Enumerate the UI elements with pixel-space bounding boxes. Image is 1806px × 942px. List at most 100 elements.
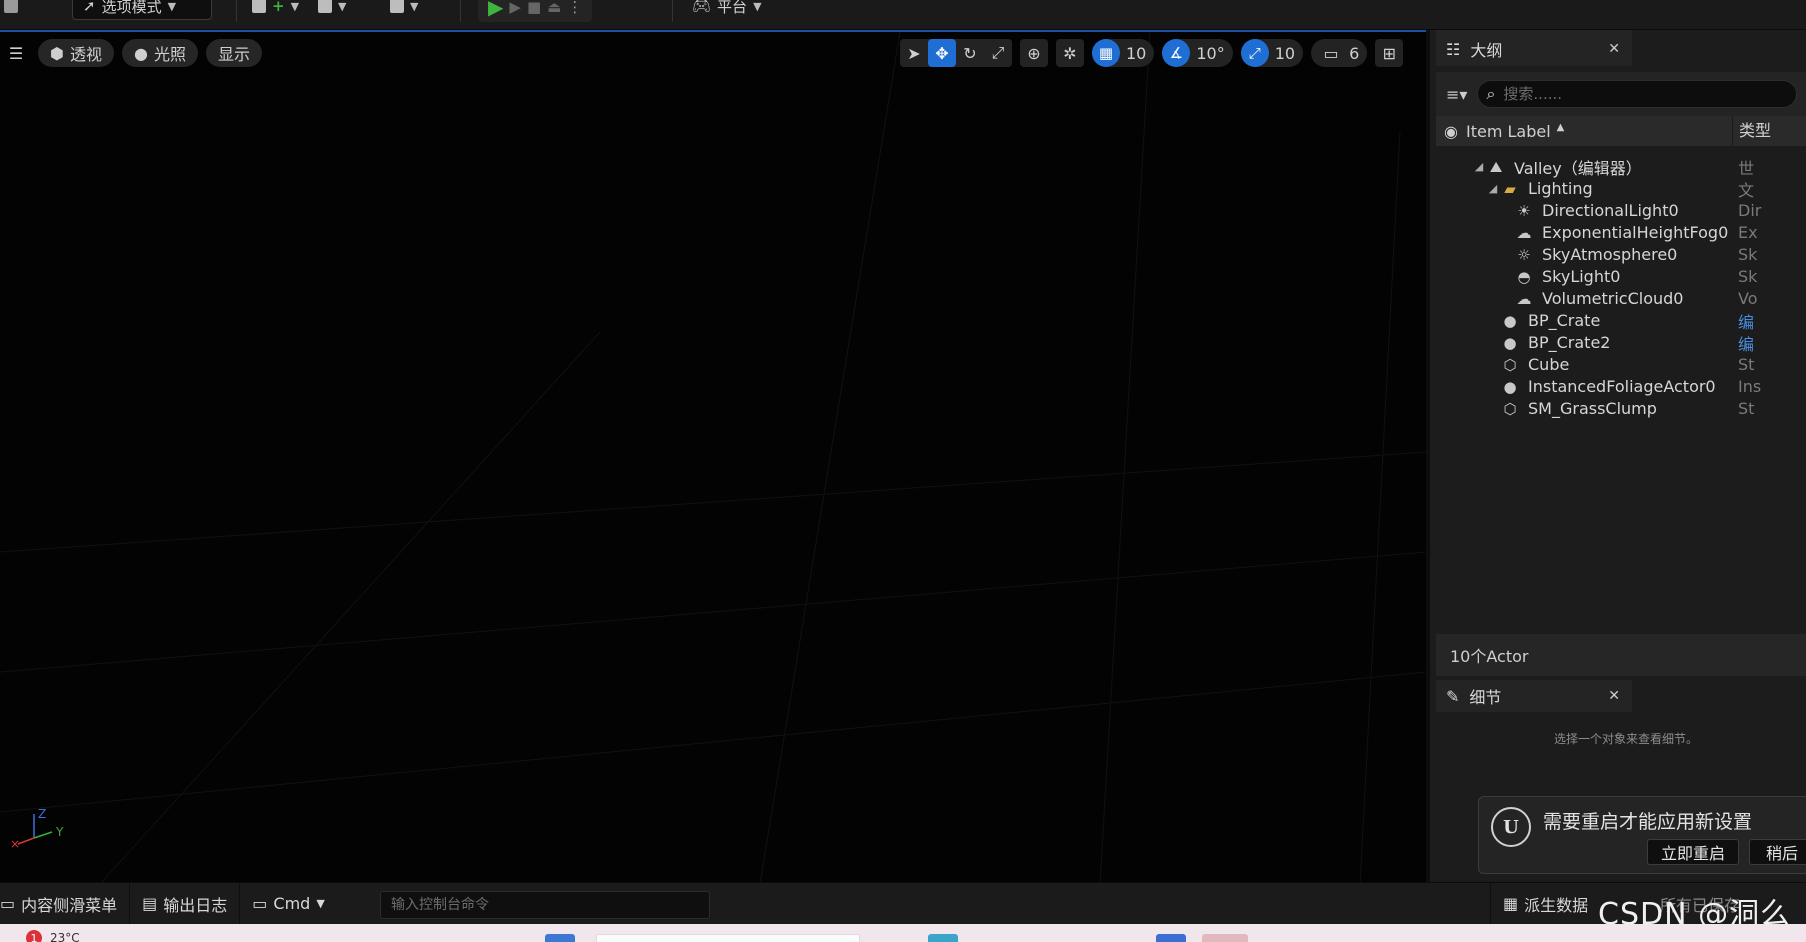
translate-tool-icon[interactable]: ✥ (928, 39, 956, 67)
item-label: Lighting (1528, 179, 1593, 198)
taskbar-app-icon[interactable] (545, 934, 575, 942)
angle-icon: ∡ (1162, 39, 1191, 67)
level-viewport[interactable]: ☰ ⬢ 透视 ● 光照 显示 ➤ ✥ ↻ ⤢ ⊕ ✲ ▦ 10 ∡ 10° ⤢ … (0, 30, 1426, 882)
item-label: SkyAtmosphere0 (1542, 245, 1678, 264)
item-type: 世 (1738, 158, 1755, 178)
expand-arrow-icon[interactable]: ◢ (1472, 160, 1486, 173)
item-type: 文 (1738, 180, 1755, 200)
cloud-icon: ☁ (1516, 289, 1532, 308)
actor-icon: ● (1503, 333, 1517, 352)
more-options-icon[interactable]: ⋮ (567, 0, 582, 16)
column-item-label[interactable]: Item Label ▲ (1466, 122, 1564, 141)
chevron-down-icon: ▼ (167, 0, 177, 13)
static-mesh-icon: ⬡ (1503, 355, 1517, 374)
save-icon[interactable] (4, 0, 18, 20)
show-label: 显示 (217, 45, 250, 64)
visibility-eye-icon[interactable]: ◉ (1436, 122, 1466, 141)
scale-snap-value: 10 (1274, 43, 1296, 63)
item-type: Ins (1738, 377, 1762, 396)
log-icon: ▤ (142, 894, 158, 913)
taskbar-app-icon[interactable] (1202, 934, 1248, 942)
content-drawer-button[interactable]: ▭ 内容侧滑菜单 (0, 882, 131, 925)
camera-speed-control[interactable]: ▭ 6 (1311, 39, 1368, 67)
item-label: DirectionalLight0 (1542, 201, 1679, 220)
add-actor-button[interactable]: + ▼ (252, 0, 299, 20)
output-log-button[interactable]: ▤ 输出日志 (130, 882, 241, 925)
search-icon: ⌕ (1486, 84, 1496, 103)
outliner-search-row: ≡▾ ⌕ (1436, 72, 1806, 116)
derived-data-button[interactable]: ▦ 派生数据 (1490, 882, 1600, 925)
item-type-link[interactable]: 编 (1738, 309, 1754, 333)
details-empty-message: 选择一个对象来查看细节。 (1553, 731, 1698, 746)
viewport-menu-icon[interactable]: ☰ (2, 39, 30, 67)
item-label: Cube (1528, 355, 1570, 374)
cmd-dropdown[interactable]: ▭ Cmd ▼ (240, 883, 337, 925)
weather-widget[interactable]: 1 23°C (26, 930, 80, 942)
blueprint-button[interactable]: ▼ (318, 0, 346, 20)
taskbar-search-box[interactable] (596, 934, 860, 942)
platform-label: 平台 (717, 0, 748, 16)
derived-data-label: 派生数据 (1524, 895, 1589, 915)
content-drawer-label: 内容侧滑菜单 (21, 895, 118, 915)
output-log-label: 输出日志 (163, 895, 228, 915)
taskbar-app-icon[interactable] (1156, 934, 1186, 942)
static-mesh-icon: ⬡ (1503, 399, 1517, 418)
content-drawer-icon: ▭ (0, 894, 16, 913)
outliner-icon: ☷ (1446, 39, 1461, 59)
folder-icon: ▰ (1504, 179, 1516, 198)
filter-icon[interactable]: ≡▾ (1446, 85, 1467, 104)
surface-snap-icon[interactable]: ✲ (1056, 39, 1084, 67)
select-tool-icon[interactable]: ➤ (900, 39, 928, 67)
column-type[interactable]: 类型 (1732, 116, 1771, 146)
mode-selector[interactable]: ➚ 选项模式 ▼ (72, 0, 212, 20)
select-mode-icon: ➚ (83, 0, 96, 15)
close-icon[interactable]: ✕ (1608, 41, 1620, 57)
perspective-button[interactable]: ⬢ 透视 (38, 39, 114, 67)
item-type: Sk (1738, 245, 1758, 264)
restart-later-button[interactable]: 稍后 (1749, 839, 1806, 865)
platform-menu[interactable]: 🎮︎ 平台 ▼ (692, 0, 762, 20)
restart-now-button[interactable]: 立即重启 (1647, 839, 1739, 865)
outliner-title: 大纲 (1470, 41, 1503, 60)
viewport-layout-icon[interactable]: ⊞ (1375, 39, 1404, 67)
rotate-tool-icon[interactable]: ↻ (956, 39, 984, 67)
database-icon: ▦ (1503, 894, 1519, 913)
step-icon[interactable]: ▶ (509, 0, 521, 16)
show-flags-button[interactable]: 显示 (205, 39, 262, 67)
lighting-label: 光照 (153, 45, 186, 64)
world-space-icon[interactable]: ⊕ (1020, 39, 1048, 67)
axis-y-label: Y (55, 825, 64, 839)
notification-message: 需要重启才能应用新设置 (1543, 811, 1753, 833)
lighting-mode-button[interactable]: ● 光照 (121, 39, 198, 67)
cinematics-button[interactable]: ▼ (390, 0, 418, 20)
pencil-icon: ✎ (1446, 686, 1460, 706)
sphere-icon: ● (133, 43, 148, 63)
eject-icon[interactable]: ⏏ (547, 0, 561, 16)
play-icon[interactable]: ▶ (488, 0, 503, 19)
search-box: ⌕ (1477, 80, 1798, 108)
scale-tool-icon[interactable]: ⤢ (984, 39, 1012, 67)
item-label: SM_GrassClump (1528, 399, 1657, 418)
item-type: Ex (1738, 223, 1758, 242)
search-input[interactable] (1503, 85, 1764, 103)
grid-snap-control[interactable]: ▦ 10 (1092, 39, 1155, 67)
tab-outliner[interactable]: ☷ 大纲 ✕ (1436, 30, 1632, 66)
item-type-link[interactable]: 编 (1738, 331, 1754, 355)
expand-arrow-icon[interactable]: ◢ (1486, 182, 1500, 195)
actor-count-label: 10个Actor (1450, 647, 1529, 666)
cube-icon: ⬢ (50, 43, 64, 63)
console-command-input[interactable] (380, 891, 710, 919)
item-label: VolumetricCloud0 (1542, 289, 1684, 308)
stop-icon[interactable]: ■ (527, 0, 541, 16)
item-label: ExponentialHeightFog0 (1542, 223, 1729, 242)
tab-details[interactable]: ✎ 细节 ✕ (1436, 680, 1632, 712)
rotation-snap-control[interactable]: ∡ 10° (1162, 39, 1233, 67)
actor-count: 10个Actor (1436, 634, 1806, 676)
play-controls: ▶ ▶ ■ ⏏ ⋮ (478, 0, 593, 22)
item-label: Valley（编辑器） (1514, 158, 1642, 178)
list-item[interactable]: ⬡ SM_GrassClump St (1436, 396, 1806, 421)
actor-icon: ● (1503, 377, 1517, 396)
close-icon[interactable]: ✕ (1608, 688, 1620, 704)
taskbar-app-icon[interactable] (928, 934, 958, 942)
scale-snap-control[interactable]: ⤢ 10 (1240, 39, 1304, 67)
